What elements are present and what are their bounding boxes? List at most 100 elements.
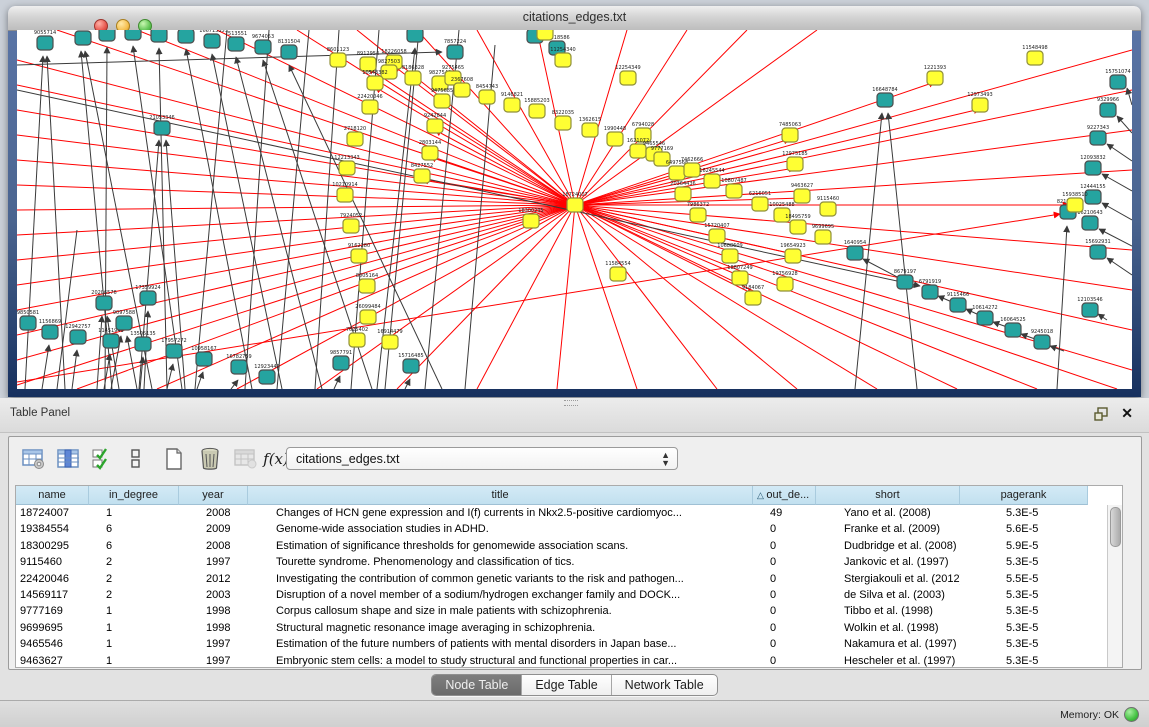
- citation-edge-black[interactable]: [1107, 258, 1132, 275]
- column-header-year[interactable]: year: [179, 486, 248, 505]
- graph-node[interactable]: 22420046: [357, 94, 382, 114]
- table-cell[interactable]: 9699695: [16, 620, 89, 636]
- table-cell[interactable]: Franke et al. (2009): [816, 521, 960, 537]
- citation-edge-red[interactable]: [17, 110, 575, 205]
- graph-node[interactable]: 9475685: [431, 88, 453, 108]
- table-settings-icon[interactable]: [19, 444, 49, 474]
- table-cell[interactable]: 49: [753, 505, 816, 521]
- panel-resize-grip[interactable]: [564, 400, 578, 406]
- graph-node[interactable]: 10688609: [717, 243, 742, 263]
- graph-node[interactable]: 12254349: [615, 65, 640, 85]
- citation-edge-black[interactable]: [1098, 314, 1107, 320]
- citation-edge-red[interactable]: [575, 205, 1117, 389]
- citation-edge-black[interactable]: [1102, 174, 1132, 191]
- citation-edge-black[interactable]: [245, 30, 269, 389]
- citation-edge-red[interactable]: [157, 205, 575, 389]
- table-cell[interactable]: 19384554: [16, 521, 89, 537]
- table-cell[interactable]: Structural magnetic resonance image aver…: [248, 620, 753, 636]
- table-cell[interactable]: 2008: [179, 538, 248, 554]
- graph-node[interactable]: 8427552: [411, 163, 433, 183]
- graph-node[interactable]: 12973493: [967, 92, 992, 112]
- citation-edge-red[interactable]: [575, 30, 817, 205]
- table-cell[interactable]: Tourette syndrome. Phenomenology and cla…: [248, 554, 753, 570]
- citation-edge-red[interactable]: [17, 160, 575, 205]
- graph-node[interactable]: 7513551: [225, 31, 247, 51]
- citation-edge-black[interactable]: [97, 316, 102, 389]
- graph-node[interactable]: 19756928: [772, 271, 797, 291]
- table-cell[interactable]: 5.3E-5: [960, 620, 1088, 636]
- graph-node[interactable]: 8131040: [534, 30, 556, 40]
- table-cell[interactable]: 1998: [179, 620, 248, 636]
- graph-node[interactable]: 9699695: [812, 224, 834, 244]
- vertical-scrollbar[interactable]: [1107, 505, 1122, 667]
- column-header-pagerank[interactable]: pagerank: [960, 486, 1088, 505]
- table-cell[interactable]: Investigating the contribution of common…: [248, 571, 753, 587]
- graph-node[interactable]: 16210643: [1077, 210, 1102, 230]
- row-height-icon[interactable]: [121, 444, 151, 474]
- table-row[interactable]: 1938455462009Genome-wide association stu…: [16, 521, 1122, 537]
- graph-node[interactable]: 9162280: [348, 243, 370, 263]
- citation-edge-black[interactable]: [167, 364, 173, 389]
- graph-node[interactable]: 7625402: [346, 327, 368, 347]
- citation-edge-black[interactable]: [888, 113, 917, 389]
- table-cell[interactable]: Hescheler et al. (1997): [816, 653, 960, 668]
- table-cell[interactable]: 5.3E-5: [960, 587, 1088, 603]
- tab-network-table[interactable]: Network Table: [612, 675, 717, 695]
- graph-node[interactable]: 1221393: [924, 65, 946, 85]
- table-cell[interactable]: 0: [753, 554, 816, 570]
- graph-node[interactable]: 9115460: [817, 196, 839, 216]
- table-cell[interactable]: 1: [89, 603, 179, 619]
- graph-node[interactable]: 8601123: [327, 47, 349, 67]
- graph-node[interactable]: 8454743: [476, 84, 498, 104]
- graph-node[interactable]: 1990448: [604, 126, 626, 146]
- graph-node[interactable]: 12923446: [254, 364, 279, 384]
- graph-node[interactable]: 10210914: [332, 182, 357, 202]
- memory-ok-indicator[interactable]: [1124, 707, 1139, 722]
- table-cell[interactable]: 5.3E-5: [960, 636, 1088, 652]
- graph-node[interactable]: 8186328: [402, 65, 424, 85]
- graph-node[interactable]: 9115466: [947, 292, 969, 312]
- citation-edge-black[interactable]: [1117, 116, 1132, 133]
- table-cell[interactable]: 2008: [179, 505, 248, 521]
- graph-node[interactable]: 3769140: [72, 30, 94, 45]
- window-titlebar[interactable]: citations_edges.txt: [8, 6, 1141, 31]
- table-cell[interactable]: 1997: [179, 554, 248, 570]
- citation-edge-red[interactable]: [575, 205, 637, 389]
- table-cell[interactable]: 0: [753, 521, 816, 537]
- citation-edge-black[interactable]: [186, 49, 252, 389]
- table-selector-combobox[interactable]: citations_edges.txt ▲▼: [286, 447, 678, 470]
- citation-edge-red[interactable]: [397, 205, 575, 389]
- graph-node[interactable]: 16914479: [377, 329, 402, 349]
- graph-node[interactable]: 10543382: [362, 70, 387, 90]
- graph-node[interactable]: 8679197: [894, 269, 916, 289]
- table-cell[interactable]: Nakamura et al. (1997): [816, 636, 960, 652]
- citation-edge-black[interactable]: [1102, 203, 1132, 220]
- table-cell[interactable]: Tibbo et al. (1998): [816, 603, 960, 619]
- graph-node[interactable]: 1362615: [579, 117, 601, 137]
- table-cell[interactable]: Stergiakouli et al. (2012): [816, 571, 960, 587]
- graph-node[interactable]: 9245018: [1031, 329, 1053, 349]
- graph-node[interactable]: 9055714: [34, 30, 56, 50]
- citation-edge-black[interactable]: [57, 230, 77, 389]
- graph-node[interactable]: 8912954: [357, 51, 379, 71]
- table-cell[interactable]: 9777169: [16, 603, 89, 619]
- table-cell[interactable]: 9463627: [16, 653, 89, 668]
- table-row[interactable]: 2242004622012Investigating the contribut…: [16, 571, 1122, 587]
- table-cell[interactable]: 5.3E-5: [960, 505, 1088, 521]
- graph-node[interactable]: 7857224: [444, 39, 466, 59]
- column-header-title[interactable]: title: [248, 486, 753, 505]
- tab-node-table[interactable]: Node Table: [432, 675, 522, 695]
- graph-node[interactable]: 9097588: [113, 310, 135, 330]
- table-row[interactable]: 1830029562008Estimation of significance …: [16, 538, 1122, 554]
- citation-edge-black[interactable]: [1050, 346, 1064, 351]
- table-cell[interactable]: Embryonic stem cells: a model to study s…: [248, 653, 753, 668]
- graph-node[interactable]: 11548498: [1022, 45, 1047, 65]
- table-cell[interactable]: 5.3E-5: [960, 554, 1088, 570]
- table-cell[interactable]: 5.3E-5: [960, 653, 1088, 668]
- graph-node[interactable]: 15716485: [398, 353, 423, 373]
- close-panel-icon[interactable]: ✕: [1121, 405, 1133, 421]
- select-rows-icon[interactable]: [87, 444, 117, 474]
- table-cell[interactable]: Wolkin et al. (1998): [816, 620, 960, 636]
- table-row[interactable]: 977716911998Corpus callosum shape and si…: [16, 603, 1122, 619]
- graph-node[interactable]: 9850581: [17, 310, 39, 330]
